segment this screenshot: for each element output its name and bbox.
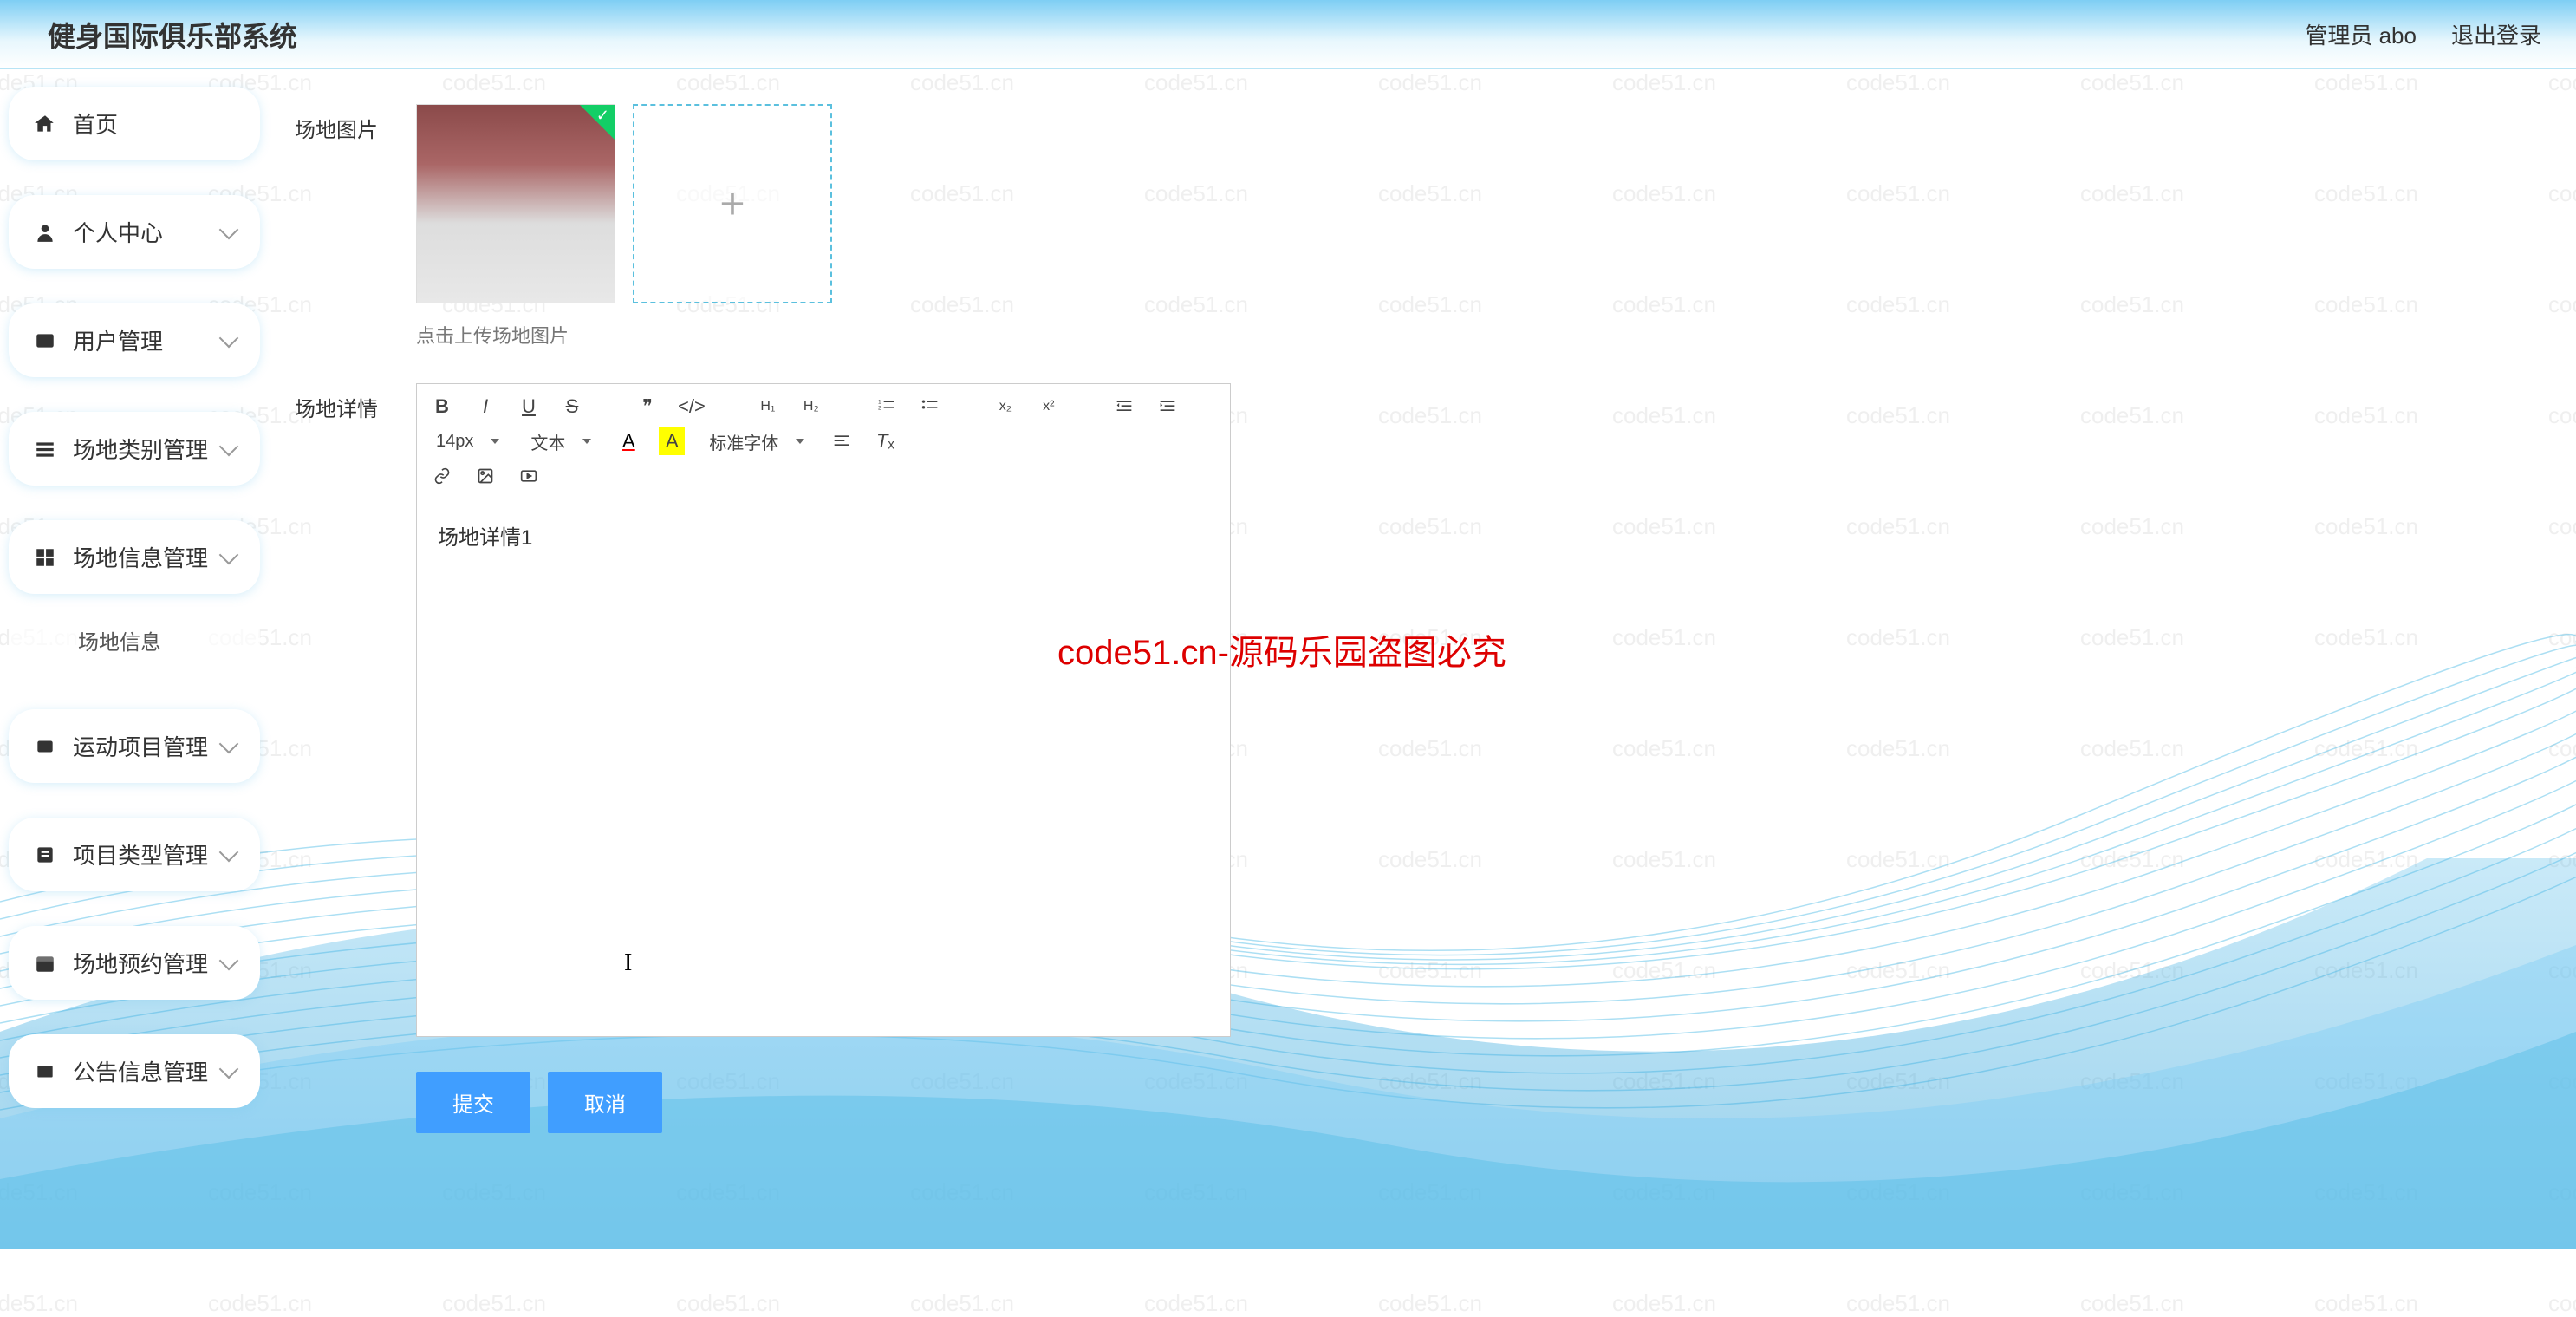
image-field-label: 场地图片 xyxy=(295,104,416,143)
rich-editor: B I U S ❞ </> H₁ H₂ 12 x₂ x² xyxy=(416,383,1231,1037)
plus-icon: + xyxy=(719,179,745,229)
sidebar-item-venue-info[interactable]: 场地信息管理 xyxy=(9,520,260,594)
code-button[interactable]: </> xyxy=(678,393,706,421)
sidebar-nav: 首页 个人中心 用户管理 场地类别管理 场地信息管理 场地信息 运动项目管理 xyxy=(9,87,260,1143)
form-row-detail: 场地详情 B I U S ❞ </> H₁ H₂ 12 xyxy=(295,383,2550,1037)
sidebar-item-label: 公告信息管理 xyxy=(73,1055,208,1087)
link-button[interactable] xyxy=(429,462,455,490)
sidebar-item-users[interactable]: 用户管理 xyxy=(9,303,260,377)
h2-button[interactable]: H₂ xyxy=(798,393,824,421)
cancel-button[interactable]: 取消 xyxy=(548,1072,662,1133)
video-button[interactable] xyxy=(516,462,542,490)
unordered-list-button[interactable] xyxy=(917,393,943,421)
sidebar-item-profile[interactable]: 个人中心 xyxy=(9,195,260,269)
upload-area: + xyxy=(416,104,832,303)
font-family-select[interactable]: 标准字体 xyxy=(702,429,811,454)
sidebar-item-label: 运动项目管理 xyxy=(73,730,208,762)
underline-button[interactable]: U xyxy=(516,393,542,421)
ordered-list-button[interactable]: 12 xyxy=(874,393,900,421)
upload-hint-text: 点击上传场地图片 xyxy=(416,321,2550,349)
indent-button[interactable] xyxy=(1155,393,1181,421)
grid-icon xyxy=(33,545,57,570)
sidebar-item-label: 用户管理 xyxy=(73,324,163,356)
subscript-button[interactable]: x₂ xyxy=(992,393,1018,421)
uploaded-thumbnail[interactable] xyxy=(416,104,615,303)
folder-icon xyxy=(33,843,57,867)
activity-icon xyxy=(33,734,57,759)
sidebar-item-label: 个人中心 xyxy=(73,216,163,248)
sidebar-item-label: 首页 xyxy=(73,108,118,140)
sidebar-subitem-venue-info[interactable]: 场地信息 xyxy=(9,606,260,675)
font-size-select[interactable]: 14px xyxy=(429,432,506,452)
image-button[interactable] xyxy=(472,462,498,490)
submit-button[interactable]: 提交 xyxy=(416,1072,530,1133)
sidebar-item-home[interactable]: 首页 xyxy=(9,87,260,160)
bell-icon xyxy=(33,1059,57,1084)
sidebar-item-label: 项目类型管理 xyxy=(73,838,208,870)
superscript-button[interactable]: x² xyxy=(1036,393,1062,421)
home-icon xyxy=(33,112,57,136)
clear-format-button[interactable]: Tₓ xyxy=(872,427,898,455)
sidebar-item-reservation[interactable]: 场地预约管理 xyxy=(9,926,260,1000)
strike-button[interactable]: S xyxy=(559,393,585,421)
main-content: 场地图片 + 点击上传场地图片 场地详情 B I U S ❞ </> H₁ H₂ xyxy=(295,104,2550,1133)
logout-link[interactable]: 退出登录 xyxy=(2451,18,2541,50)
format-select[interactable]: 文本 xyxy=(524,429,598,454)
list-icon xyxy=(33,437,57,461)
editor-content[interactable]: 场地详情1 xyxy=(416,499,1231,1037)
detail-field-label: 场地详情 xyxy=(295,383,416,422)
sidebar-item-project-type[interactable]: 项目类型管理 xyxy=(9,818,260,891)
header-actions: 管理员 abo 退出登录 xyxy=(2305,18,2541,50)
upload-add-button[interactable]: + xyxy=(633,104,832,303)
bold-button[interactable]: B xyxy=(429,393,455,421)
sidebar-item-label: 场地类别管理 xyxy=(73,433,208,465)
outdent-button[interactable] xyxy=(1111,393,1137,421)
svg-text:2: 2 xyxy=(878,405,881,411)
quote-button[interactable]: ❞ xyxy=(634,393,660,421)
form-row-image: 场地图片 + xyxy=(295,104,2550,303)
calendar-icon xyxy=(33,951,57,975)
user-icon xyxy=(33,220,57,244)
sidebar-item-sports[interactable]: 运动项目管理 xyxy=(9,709,260,783)
app-title: 健身国际俱乐部系统 xyxy=(48,15,297,55)
header-bar: 健身国际俱乐部系统 管理员 abo 退出登录 xyxy=(0,0,2576,69)
editor-toolbar: B I U S ❞ </> H₁ H₂ 12 x₂ x² xyxy=(416,383,1231,499)
sidebar-item-announcement[interactable]: 公告信息管理 xyxy=(9,1034,260,1108)
admin-label[interactable]: 管理员 abo xyxy=(2305,18,2417,50)
users-icon xyxy=(33,329,57,353)
sidebar-item-venue-category[interactable]: 场地类别管理 xyxy=(9,412,260,486)
h1-button[interactable]: H₁ xyxy=(755,393,781,421)
form-actions: 提交 取消 xyxy=(416,1072,2550,1133)
bg-color-button[interactable]: A xyxy=(659,427,685,455)
text-color-button[interactable]: A xyxy=(615,427,641,455)
align-button[interactable] xyxy=(829,427,855,455)
sidebar-item-label: 场地信息管理 xyxy=(73,541,208,573)
italic-button[interactable]: I xyxy=(472,393,498,421)
sidebar-item-label: 场地预约管理 xyxy=(73,947,208,979)
